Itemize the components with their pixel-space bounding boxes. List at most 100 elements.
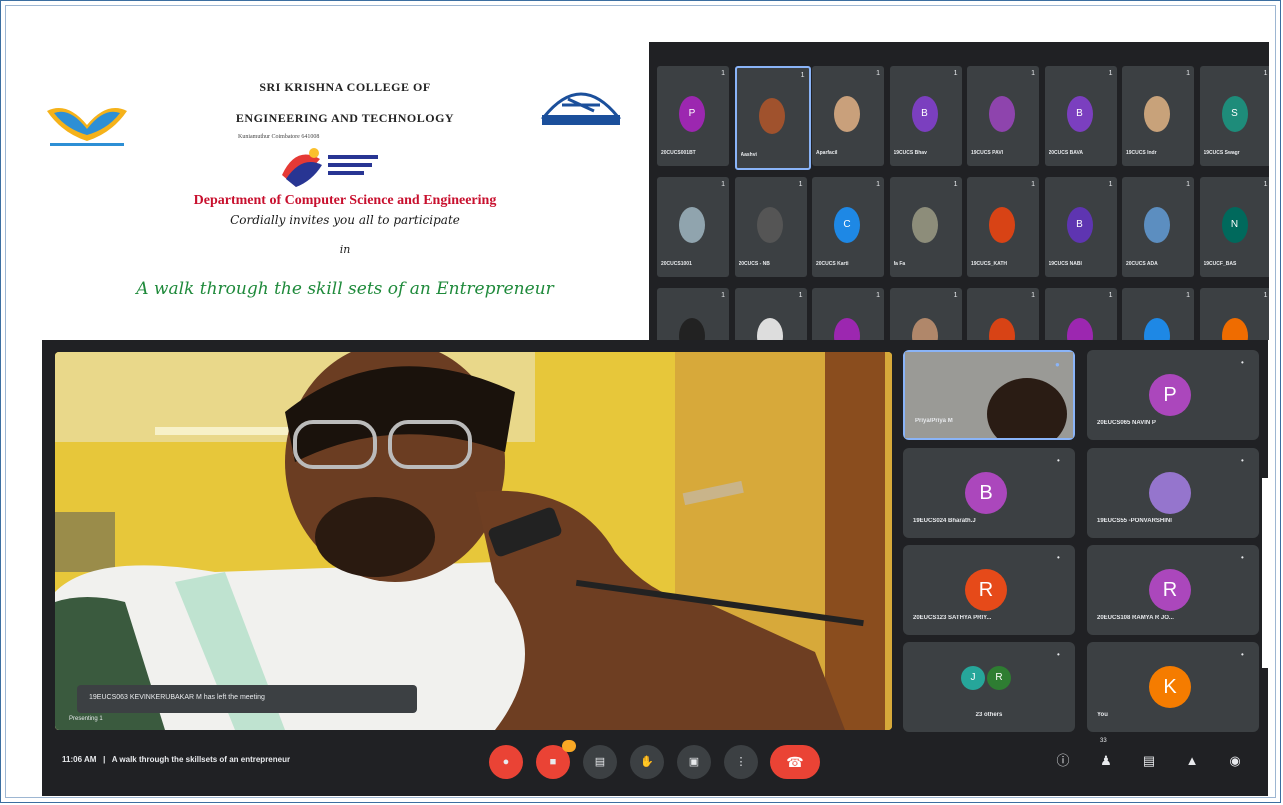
participant-name: 20EUCS123 SATHYA PRIY... xyxy=(913,615,992,621)
participant-name: 20EUCS108 RAMYA R JO... xyxy=(1097,615,1174,621)
participant-avatar xyxy=(758,98,785,134)
more-options-button[interactable]: ⋮ xyxy=(724,745,758,779)
participant-name: Aparfacil xyxy=(816,150,838,156)
pin-indicator: 1 xyxy=(1263,70,1268,77)
grid-participant-tile[interactable]: 1 xyxy=(734,288,807,340)
participant-tile[interactable]: • 19EUCS55 -PONVARSHINI xyxy=(1087,448,1259,538)
grid-participant-tile[interactable]: 1 xyxy=(1199,288,1269,340)
participant-avatar xyxy=(679,318,705,340)
grid-participant-tile[interactable]: 1 B 19CUCS NABI xyxy=(1044,177,1117,277)
grid-participant-tile[interactable]: 1 20CUCS1001 xyxy=(657,177,729,277)
participant-avatar: R xyxy=(965,569,1007,611)
grid-participant-tile[interactable]: 1 Aashvi xyxy=(734,66,811,170)
participant-name: 23 others xyxy=(975,712,1003,718)
audio-indicator-icon: • xyxy=(1241,456,1244,465)
grid-participant-tile[interactable]: 1 C 20CUCS Karti xyxy=(812,177,884,277)
participant-avatar: B xyxy=(911,96,938,132)
participant-tile[interactable]: R • 20EUCS108 RAMYA R JO... xyxy=(1087,545,1259,635)
main-video: 19EUCS063 KEVINKERUBAKAR M has left the … xyxy=(55,352,892,730)
toast-notification: 19EUCS063 KEVINKERUBAKAR M has left the … xyxy=(77,685,417,713)
participant-avatar xyxy=(1144,207,1170,243)
participant-name: 20CUCS1001 xyxy=(661,261,692,267)
participant-avatar: B xyxy=(965,472,1007,514)
pin-indicator: 1 xyxy=(953,292,958,299)
edge-strip xyxy=(1262,478,1268,668)
participant-tile[interactable]: P • 20EUCS065 NAVIN P xyxy=(1087,350,1259,440)
grid-participant-tile[interactable]: 1 xyxy=(889,288,962,340)
people-button[interactable]: ♟ xyxy=(1095,750,1117,772)
audio-indicator-icon: • xyxy=(1241,358,1244,367)
people-icon: ♟ xyxy=(1100,753,1112,768)
college-logo-left xyxy=(47,108,127,146)
participant-avatar: N xyxy=(1221,207,1248,243)
grid-participant-tile[interactable]: 1 B 19CUCS Bhav xyxy=(889,66,962,166)
grid-participant-tile[interactable]: 1 xyxy=(657,288,729,340)
participant-name: 20CUCS ADA xyxy=(1126,261,1158,267)
participant-name: 20CUCS001BT xyxy=(661,150,696,156)
grid-participant-tile[interactable]: 1 S 19CUCS Swagr xyxy=(1199,66,1269,166)
participant-name: 19CUCS PAVI xyxy=(971,150,1004,156)
participant-name: 19EUCS55 -PONVARSHINI xyxy=(1097,518,1172,524)
participant-avatar: P xyxy=(679,96,705,132)
participant-name: 19CUCS_KATH xyxy=(971,261,1008,267)
participant-avatar xyxy=(679,207,705,243)
grid-participant-tile[interactable]: 1 19CUCS Indr xyxy=(1122,66,1194,166)
leave-call-button[interactable]: ☎ xyxy=(770,745,820,779)
people-count: 33 xyxy=(1100,738,1107,744)
pin-indicator: 1 xyxy=(721,292,725,299)
participant-name: 20CUCS BAVA xyxy=(1048,150,1084,156)
mini-avatar: J xyxy=(961,666,985,690)
grid-participant-tile[interactable]: 1 xyxy=(1044,288,1117,340)
participant-avatar xyxy=(911,318,938,340)
participant-tile[interactable]: B • 19EUCS024 Bharath.J xyxy=(903,448,1075,538)
participant-avatar xyxy=(756,318,783,340)
grid-participant-tile[interactable]: 1 20CUCS - NB xyxy=(734,177,807,277)
pin-indicator: 1 xyxy=(1263,292,1268,299)
mic-toggle-button[interactable]: ● xyxy=(489,745,523,779)
participant-video xyxy=(905,352,1073,450)
in-text: in xyxy=(339,243,351,256)
grid-participant-tile[interactable]: 1 B 20CUCS BAVA xyxy=(1044,66,1117,166)
grid-participant-tile[interactable]: 1 xyxy=(967,288,1039,340)
hand-icon: ✋ xyxy=(640,756,654,768)
participant-name: fa Fa xyxy=(893,261,906,267)
grid-participant-tile[interactable]: 1 19CUCS_KATH xyxy=(967,177,1039,277)
meeting-time: 11:06 AM xyxy=(62,755,97,764)
others-avatars: JR xyxy=(961,666,1013,690)
college-name-line1: SRI KRISHNA COLLEGE OF xyxy=(259,80,431,94)
participant-grid-top: 1 P 20CUCS001BT 1 Aashvi 1 Aparfacil 1 B 19CUCS B… xyxy=(649,42,1269,340)
participant-tile[interactable]: K • You xyxy=(1087,642,1259,732)
college-header: SRI KRISHNA COLLEGE OF ENGINEERING AND T… xyxy=(180,80,510,140)
grid-participant-tile[interactable]: 1 20CUCS ADA xyxy=(1122,177,1194,277)
college-name-line2: ENGINEERING AND TECHNOLOGY xyxy=(235,111,455,125)
more-vert-icon: ⋮ xyxy=(735,756,747,768)
grid-participant-tile[interactable]: 1 fa Fa xyxy=(889,177,962,277)
pin-indicator: 1 xyxy=(798,292,803,299)
grid-participant-tile[interactable]: 1 Aparfacil xyxy=(812,66,884,166)
participant-tile[interactable]: J R • 23 others xyxy=(903,642,1075,732)
audio-indicator-icon: • xyxy=(1057,650,1060,659)
grid-participant-tile[interactable]: 1 19CUCS PAVI xyxy=(967,66,1039,166)
pin-indicator: 1 xyxy=(1108,181,1113,188)
participant-name: 20CUCS Karti xyxy=(816,261,849,267)
host-controls-button[interactable]: ◉ xyxy=(1224,750,1246,772)
participant-name: You xyxy=(1097,712,1108,718)
participant-tile[interactable]: ● Priya/Priya M xyxy=(903,350,1075,450)
grid-participant-tile[interactable]: 1 N 19CUCF_BAS xyxy=(1199,177,1269,277)
activities-icon: ▲ xyxy=(1185,753,1199,768)
meeting-details-button[interactable]: ⓘ xyxy=(1052,750,1074,772)
captions-button[interactable]: ▤ xyxy=(583,745,617,779)
present-button[interactable]: ▣ xyxy=(677,745,711,779)
pin-indicator: 1 xyxy=(953,181,958,188)
meeting-info: 11:06 AM | A walk through the skillsets … xyxy=(62,755,290,764)
chat-button[interactable]: ▤ xyxy=(1138,750,1160,772)
activities-button[interactable]: ▲ xyxy=(1181,750,1203,772)
grid-participant-tile[interactable]: 1 P 20CUCS001BT xyxy=(657,66,729,166)
grid-participant-tile[interactable]: 1 xyxy=(1122,288,1194,340)
participant-tile[interactable]: R • 20EUCS123 SATHYA PRIY... xyxy=(903,545,1075,635)
meeting-title: A walk through the skillsets of an entre… xyxy=(111,755,291,764)
raise-hand-button[interactable]: ✋ xyxy=(630,745,664,779)
grid-participant-tile[interactable]: 1 xyxy=(812,288,884,340)
participant-avatar: R xyxy=(1149,569,1191,611)
participant-avatar xyxy=(834,96,860,132)
